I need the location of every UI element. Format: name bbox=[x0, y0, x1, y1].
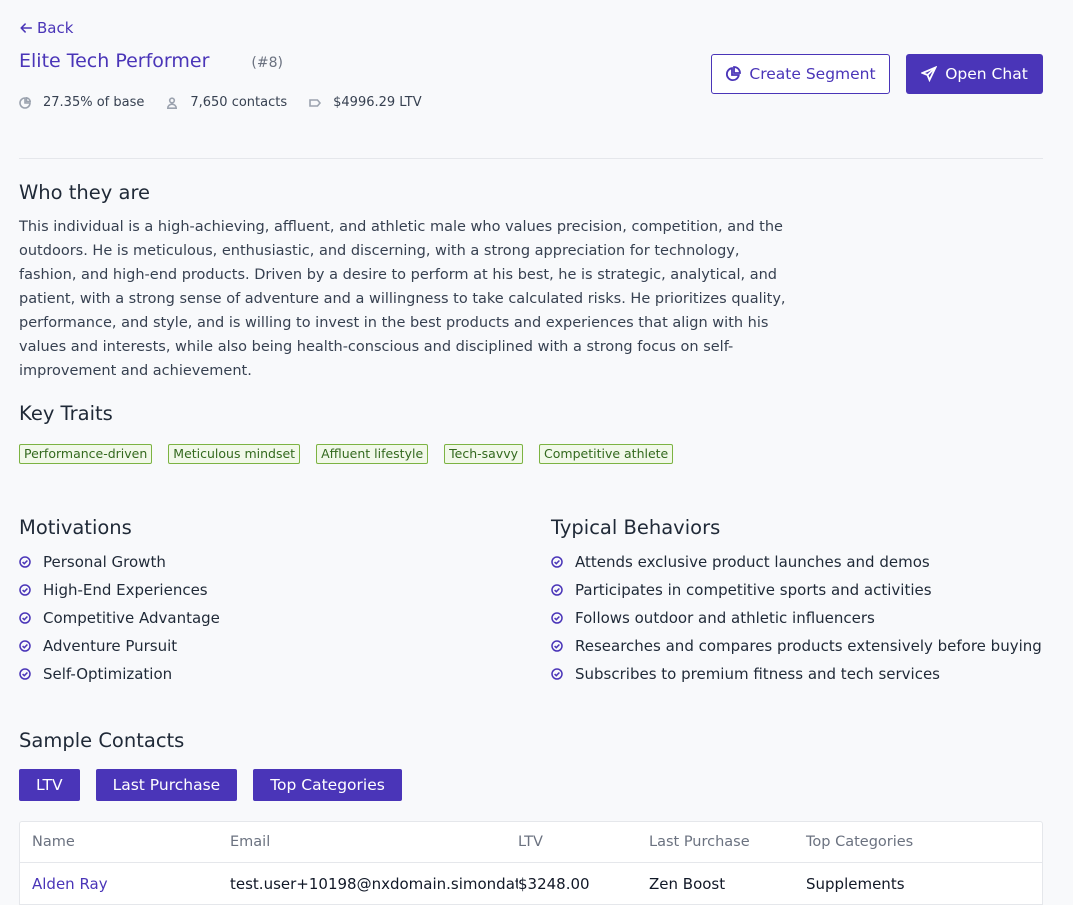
user-icon bbox=[167, 96, 178, 109]
list-item: Personal Growth bbox=[19, 548, 220, 576]
persona-rank: (#8) bbox=[251, 55, 283, 71]
create-segment-label: Create Segment bbox=[749, 65, 876, 83]
check-circle-icon bbox=[551, 584, 563, 596]
column-header-name[interactable]: Name bbox=[20, 834, 230, 850]
list-item: Competitive Advantage bbox=[19, 604, 220, 632]
stat-contacts: 7,650 contacts bbox=[166, 95, 287, 110]
contact-email: test.user+10198@nxdomain.simondata.com bbox=[230, 874, 518, 893]
stat-ltv: $4996.29 LTV bbox=[309, 95, 422, 110]
motivation-label: Self-Optimization bbox=[43, 665, 173, 683]
header-divider bbox=[19, 158, 1043, 159]
tag-icon bbox=[309, 98, 322, 107]
tab-top-categories[interactable]: Top Categories bbox=[253, 769, 402, 801]
table-row: Alden Ray test.user+10198@nxdomain.simon… bbox=[20, 863, 1042, 905]
list-item: High-End Experiences bbox=[19, 576, 220, 604]
motivations-heading: Motivations bbox=[19, 516, 132, 539]
motivation-label: Personal Growth bbox=[43, 553, 166, 571]
contact-name-link[interactable]: Alden Ray bbox=[32, 875, 108, 893]
open-chat-label: Open Chat bbox=[945, 65, 1028, 83]
persona-title: Elite Tech Performer bbox=[19, 50, 210, 72]
check-circle-icon bbox=[551, 640, 563, 652]
contact-top-categories: Supplements bbox=[806, 874, 905, 893]
table-header: Name Email LTV Last Purchase Top Categor… bbox=[20, 822, 1042, 863]
traits-heading: Key Traits bbox=[19, 402, 113, 425]
behaviors-list: Attends exclusive product launches and d… bbox=[551, 548, 1042, 688]
back-link[interactable]: Back bbox=[19, 19, 73, 37]
list-item: Self-Optimization bbox=[19, 660, 220, 688]
back-label: Back bbox=[37, 19, 74, 37]
pie-chart-icon bbox=[19, 96, 31, 109]
contacts-heading: Sample Contacts bbox=[19, 729, 185, 752]
contact-ltv: $3248.00 bbox=[518, 874, 590, 893]
column-header-top-categories[interactable]: Top Categories bbox=[806, 834, 1006, 850]
behavior-label: Follows outdoor and athletic influencers bbox=[575, 609, 875, 627]
send-icon bbox=[921, 66, 938, 82]
pie-chart-icon bbox=[726, 66, 742, 81]
list-item: Adventure Pursuit bbox=[19, 632, 220, 660]
column-header-email[interactable]: Email bbox=[230, 834, 518, 850]
list-item: Attends exclusive product launches and d… bbox=[551, 548, 1042, 576]
trait-tag: Performance-driven bbox=[19, 444, 153, 464]
check-circle-icon bbox=[551, 668, 563, 680]
trait-tag: Affluent lifestyle bbox=[316, 444, 429, 464]
contacts-tabs: LTV Last Purchase Top Categories bbox=[19, 769, 402, 801]
motivation-label: Adventure Pursuit bbox=[43, 637, 178, 655]
stat-share-label: 27.35% of base bbox=[43, 95, 145, 110]
motivation-label: Competitive Advantage bbox=[43, 609, 220, 627]
stat-ltv-label: $4996.29 LTV bbox=[333, 95, 422, 110]
arrow-left-icon bbox=[20, 23, 33, 33]
create-segment-button[interactable]: Create Segment bbox=[711, 54, 890, 94]
trait-tag: Tech-savvy bbox=[444, 444, 524, 464]
check-circle-icon bbox=[19, 584, 31, 596]
stat-contacts-label: 7,650 contacts bbox=[190, 95, 288, 110]
check-circle-icon bbox=[19, 668, 31, 680]
trait-tag: Competitive athlete bbox=[539, 444, 674, 464]
stat-share: 27.35% of base bbox=[19, 95, 144, 110]
list-item: Subscribes to premium fitness and tech s… bbox=[551, 660, 1042, 688]
trait-tag: Meticulous mindset bbox=[168, 444, 301, 464]
behaviors-heading: Typical Behaviors bbox=[551, 516, 721, 539]
motivations-list: Personal Growth High-End Experiences Com… bbox=[19, 548, 220, 688]
title-row: Elite Tech Performer (#8) bbox=[19, 50, 283, 72]
list-item: Participates in competitive sports and a… bbox=[551, 576, 1042, 604]
behavior-label: Participates in competitive sports and a… bbox=[575, 581, 932, 599]
check-circle-icon bbox=[551, 556, 563, 568]
tab-last-purchase[interactable]: Last Purchase bbox=[95, 769, 238, 801]
list-item: Researches and compares products extensi… bbox=[551, 632, 1042, 660]
open-chat-button[interactable]: Open Chat bbox=[906, 54, 1043, 94]
tab-ltv[interactable]: LTV bbox=[19, 769, 80, 801]
contact-last-purchase: Zen Boost bbox=[649, 874, 726, 893]
behavior-label: Attends exclusive product launches and d… bbox=[575, 553, 930, 571]
who-description: This individual is a high-achieving, aff… bbox=[19, 219, 786, 379]
check-circle-icon bbox=[551, 612, 563, 624]
behavior-label: Researches and compares products extensi… bbox=[575, 637, 1042, 655]
list-item: Follows outdoor and athletic influencers bbox=[551, 604, 1042, 632]
behavior-label: Subscribes to premium fitness and tech s… bbox=[575, 665, 940, 683]
persona-stats: 27.35% of base 7,650 contacts $4996.29 L… bbox=[19, 95, 444, 110]
check-circle-icon bbox=[19, 612, 31, 624]
traits-list: Performance-driven Meticulous mindset Af… bbox=[19, 444, 674, 464]
column-header-last-purchase[interactable]: Last Purchase bbox=[649, 834, 806, 850]
who-heading: Who they are bbox=[19, 181, 151, 204]
check-circle-icon bbox=[19, 556, 31, 568]
check-circle-icon bbox=[19, 640, 31, 652]
motivation-label: High-End Experiences bbox=[43, 581, 208, 599]
contacts-table: Name Email LTV Last Purchase Top Categor… bbox=[19, 821, 1043, 905]
column-header-ltv[interactable]: LTV bbox=[518, 834, 649, 850]
